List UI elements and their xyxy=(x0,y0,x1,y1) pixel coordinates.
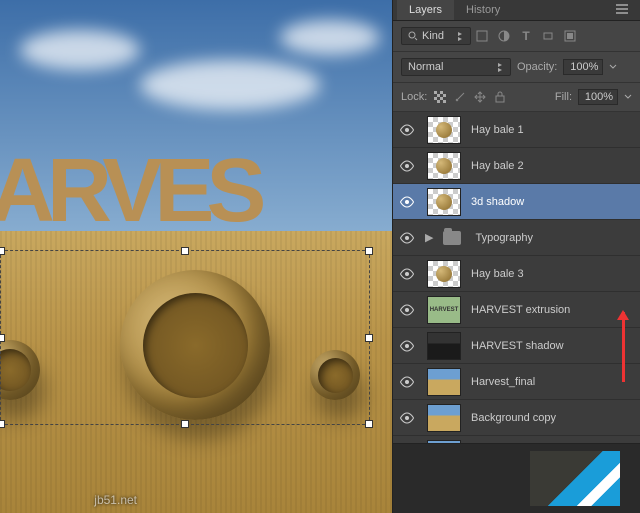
chevron-down-icon xyxy=(457,31,464,41)
filter-shape-icon[interactable] xyxy=(541,29,555,43)
visibility-toggle-icon[interactable] xyxy=(393,160,421,172)
fill-label: Fill: xyxy=(555,91,572,103)
cloud xyxy=(20,30,140,70)
tab-layers[interactable]: Layers xyxy=(397,0,454,20)
layer-thumbnail[interactable] xyxy=(427,440,461,444)
layer-name[interactable]: 3d shadow xyxy=(467,196,640,208)
visibility-toggle-icon[interactable] xyxy=(393,376,421,388)
fill-value[interactable]: 100% xyxy=(578,89,618,105)
lock-all-icon[interactable] xyxy=(493,90,507,104)
harvest-3d-text: ARVES xyxy=(0,140,258,243)
layer-row[interactable]: 3d shadow xyxy=(393,184,640,220)
layer-row[interactable]: Hay bale 1 xyxy=(393,112,640,148)
visibility-toggle-icon[interactable] xyxy=(393,340,421,352)
layers-panel: Layers History Kind T Normal Opacity: 10… xyxy=(392,0,640,513)
layer-name[interactable]: Background copy xyxy=(467,412,640,424)
layer-thumbnail[interactable] xyxy=(427,404,461,432)
opacity-value[interactable]: 100% xyxy=(563,59,603,75)
cloud xyxy=(280,20,380,55)
filter-kind-select[interactable]: Kind xyxy=(401,27,471,45)
search-icon xyxy=(408,31,418,41)
lock-row: Lock: Fill: 100% xyxy=(393,83,640,112)
hay-bale[interactable] xyxy=(120,270,270,420)
layer-thumbnail[interactable] xyxy=(427,116,461,144)
filter-kind-label: Kind xyxy=(422,30,444,42)
annotation-arrow xyxy=(622,312,625,382)
layer-thumbnail[interactable] xyxy=(427,152,461,180)
layer-thumbnail[interactable]: HARVEST xyxy=(427,296,461,324)
filter-type-icons: T xyxy=(475,29,577,43)
chevron-down-icon[interactable] xyxy=(624,94,632,100)
layer-name[interactable]: HARVEST shadow xyxy=(467,340,640,352)
layer-row[interactable]: Background xyxy=(393,436,640,443)
lock-transparency-icon[interactable] xyxy=(433,90,447,104)
layer-name[interactable]: HARVEST extrusion xyxy=(467,304,640,316)
layers-list[interactable]: Hay bale 1 Hay bale 2 3d shadow ▶ Typography… xyxy=(393,112,640,443)
visibility-toggle-icon[interactable] xyxy=(393,268,421,280)
lock-label: Lock: xyxy=(401,91,427,103)
lock-icons-group xyxy=(433,90,507,104)
layer-name[interactable]: Hay bale 2 xyxy=(467,160,640,172)
blend-mode-row: Normal Opacity: 100% xyxy=(393,52,640,83)
filter-adjustment-icon[interactable] xyxy=(497,29,511,43)
layer-row[interactable]: Hay bale 2 xyxy=(393,148,640,184)
blend-mode-select[interactable]: Normal xyxy=(401,58,511,76)
visibility-toggle-icon[interactable] xyxy=(393,304,421,316)
layer-thumbnail[interactable] xyxy=(427,332,461,360)
layer-row[interactable]: Hay bale 3 xyxy=(393,256,640,292)
layer-name[interactable]: Hay bale 1 xyxy=(467,124,640,136)
panel-menu-icon[interactable] xyxy=(608,0,636,20)
layer-name[interactable]: Hay bale 3 xyxy=(467,268,640,280)
chevron-down-icon xyxy=(497,62,504,72)
watermark: jb51.net xyxy=(94,493,137,507)
cloud xyxy=(140,60,320,110)
lock-pixels-icon[interactable] xyxy=(453,90,467,104)
layer-row[interactable]: Harvest_final xyxy=(393,364,640,400)
layer-filter-row: Kind T xyxy=(393,21,640,52)
hay-bale xyxy=(310,350,360,400)
layer-name[interactable]: Typography xyxy=(471,232,640,244)
layer-row[interactable]: Background copy xyxy=(393,400,640,436)
document-canvas[interactable]: ARVES jb51.net xyxy=(0,0,392,513)
filter-smart-icon[interactable] xyxy=(563,29,577,43)
visibility-toggle-icon[interactable] xyxy=(393,412,421,424)
folder-icon xyxy=(443,231,461,245)
chevron-down-icon[interactable] xyxy=(609,64,617,70)
visibility-toggle-icon[interactable] xyxy=(393,124,421,136)
preview-area xyxy=(393,443,640,513)
preview-thumb xyxy=(530,451,620,506)
expand-arrow-icon[interactable]: ▶ xyxy=(425,231,433,244)
layer-name[interactable]: Harvest_final xyxy=(467,376,640,388)
lock-position-icon[interactable] xyxy=(473,90,487,104)
layer-thumbnail[interactable] xyxy=(427,368,461,396)
layer-row[interactable]: HARVEST HARVEST extrusion xyxy=(393,292,640,328)
panel-tabs: Layers History xyxy=(393,0,640,21)
filter-type-icon[interactable]: T xyxy=(519,29,533,43)
layer-row[interactable]: ▶ Typography xyxy=(393,220,640,256)
tab-history[interactable]: History xyxy=(454,0,512,20)
layer-thumbnail[interactable] xyxy=(427,260,461,288)
opacity-label: Opacity: xyxy=(517,61,557,73)
layer-row[interactable]: HARVEST shadow xyxy=(393,328,640,364)
blend-mode-value: Normal xyxy=(408,61,443,73)
visibility-toggle-icon[interactable] xyxy=(393,232,421,244)
filter-pixel-icon[interactable] xyxy=(475,29,489,43)
visibility-toggle-icon[interactable] xyxy=(393,196,421,208)
layer-thumbnail[interactable] xyxy=(427,188,461,216)
